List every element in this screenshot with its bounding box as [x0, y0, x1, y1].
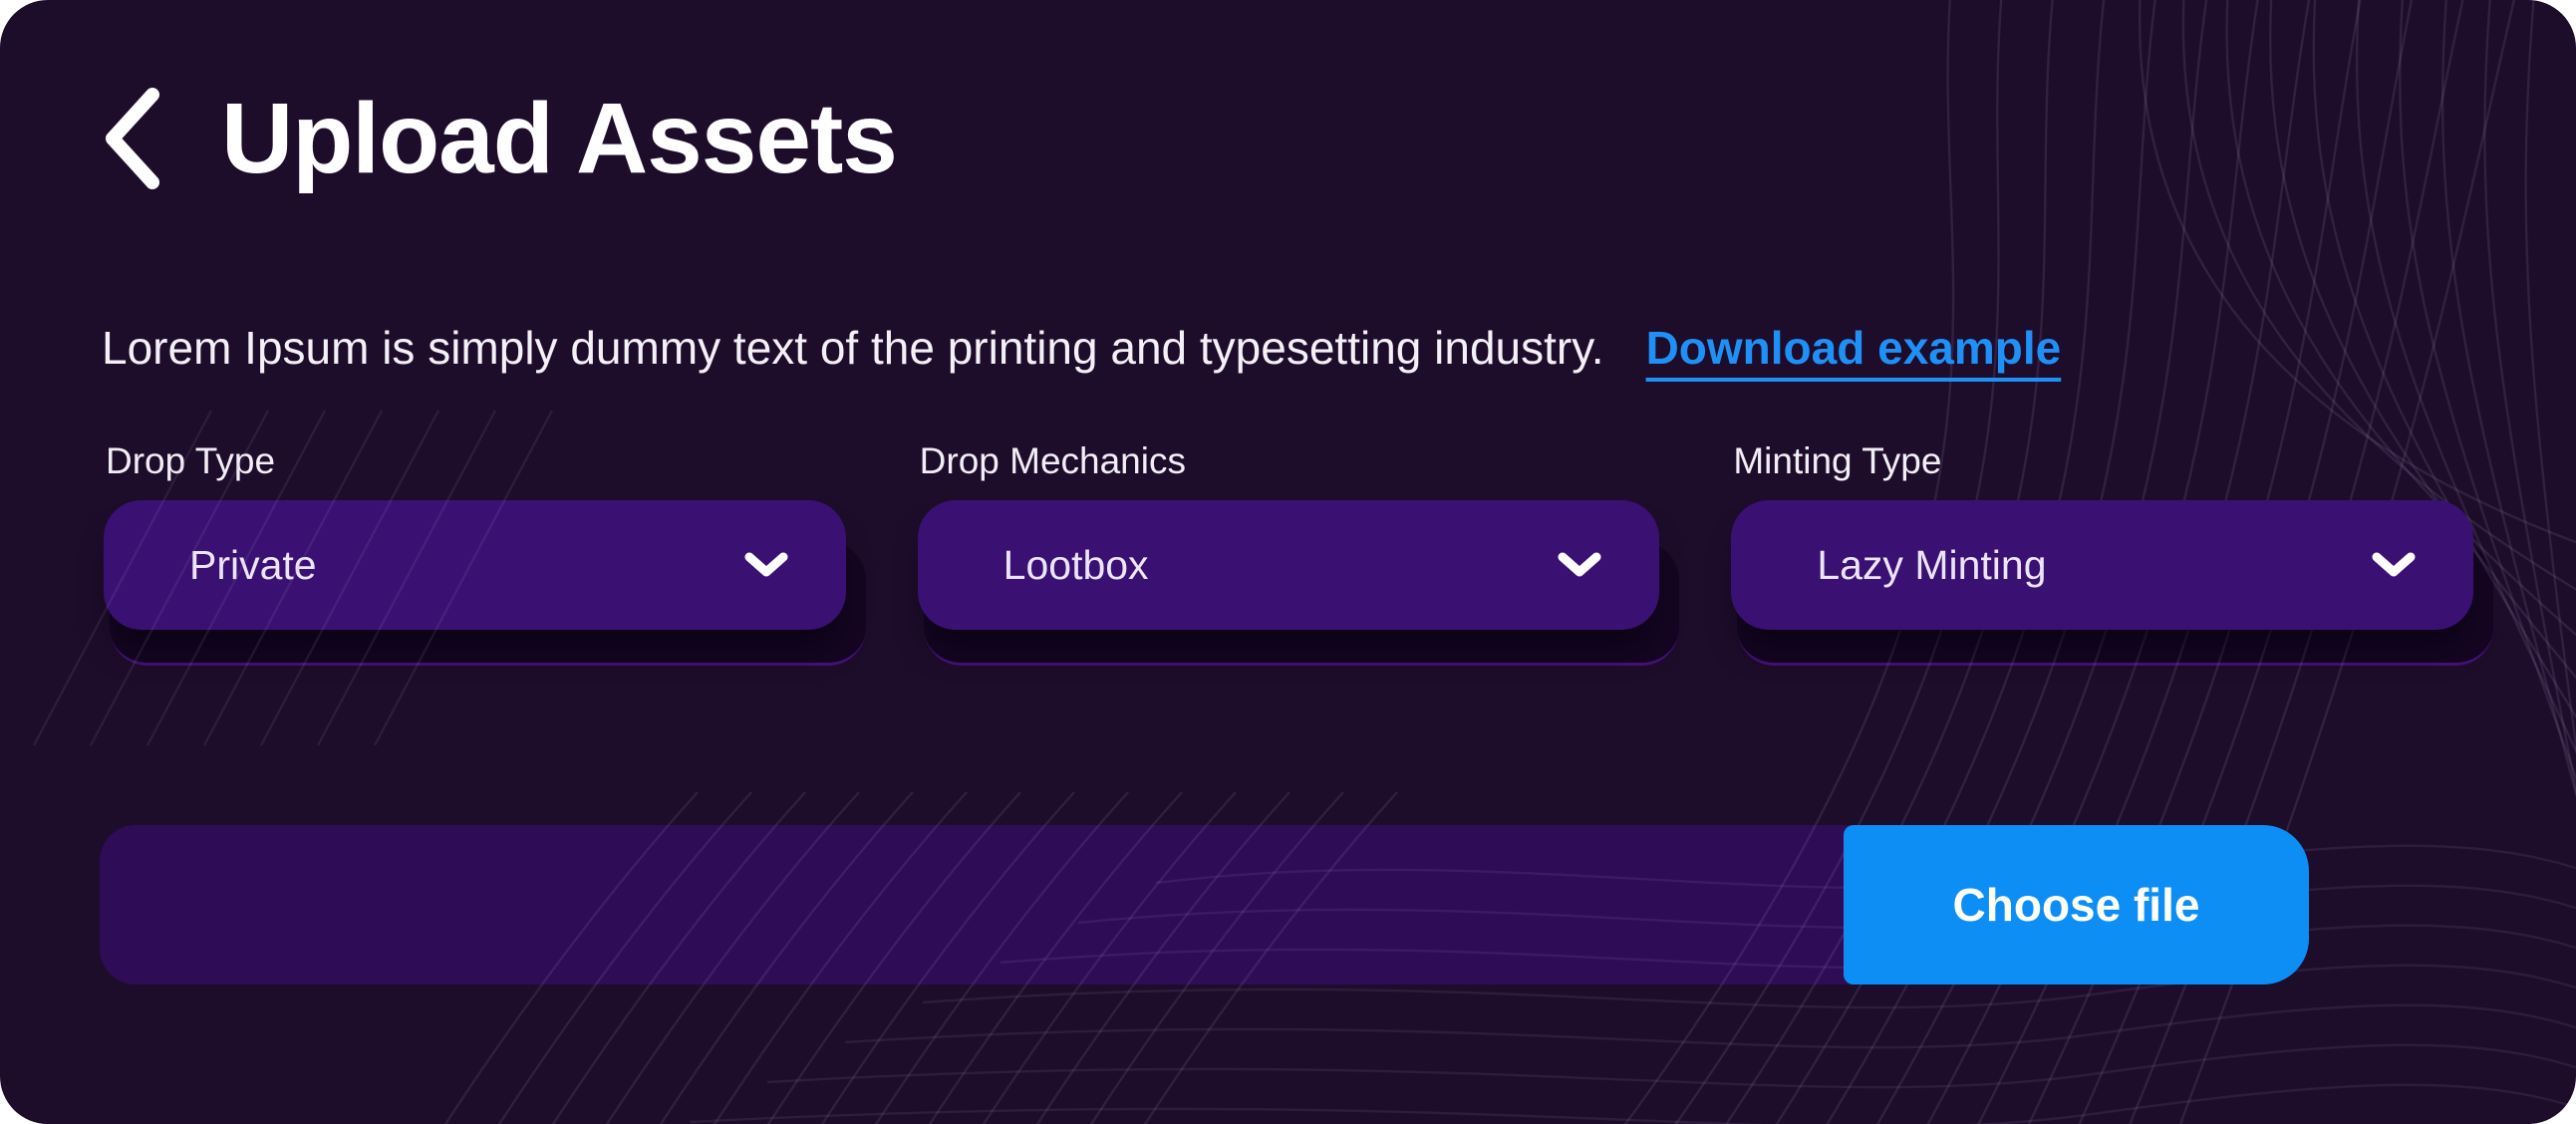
selected-value: Private — [189, 542, 317, 589]
selected-value: Lootbox — [1003, 542, 1149, 589]
field-drop-mechanics: Drop Mechanics Lootbox — [918, 440, 1660, 630]
intro-line: Lorem Ipsum is simply dummy text of the … — [102, 317, 2061, 379]
field-minting-type: Minting Type Lazy Minting — [1731, 440, 2473, 630]
chevron-down-icon — [2372, 552, 2416, 578]
upload-assets-screen: Upload Assets Lorem Ipsum is simply dumm… — [0, 0, 2576, 1124]
selected-value: Lazy Minting — [1817, 542, 2046, 589]
file-input-bar[interactable] — [100, 825, 1899, 984]
select-wrap: Private — [104, 500, 846, 630]
header: Upload Assets — [100, 86, 897, 191]
intro-text: Lorem Ipsum is simply dummy text of the … — [102, 322, 1604, 374]
select-wrap: Lazy Minting — [1731, 500, 2473, 630]
chevron-down-icon — [744, 552, 788, 578]
chevron-left-icon — [101, 87, 162, 190]
download-example-link[interactable]: Download example — [1646, 322, 2062, 374]
choose-file-button[interactable]: Choose file — [1844, 825, 2309, 984]
drop-mechanics-select[interactable]: Lootbox — [918, 500, 1660, 630]
minting-type-select[interactable]: Lazy Minting — [1731, 500, 2473, 630]
file-upload-row: Choose file — [100, 825, 2309, 984]
select-wrap: Lootbox — [918, 500, 1660, 630]
dropdown-row: Drop Type Private Drop Mechanics Lootbox — [104, 440, 2473, 630]
chevron-down-icon — [1558, 552, 1601, 578]
field-drop-type: Drop Type Private — [104, 440, 846, 630]
field-label: Drop Mechanics — [920, 440, 1186, 482]
page-title: Upload Assets — [221, 89, 897, 188]
field-label: Minting Type — [1733, 440, 1941, 482]
drop-type-select[interactable]: Private — [104, 500, 846, 630]
field-label: Drop Type — [106, 440, 275, 482]
back-button[interactable] — [100, 86, 163, 191]
